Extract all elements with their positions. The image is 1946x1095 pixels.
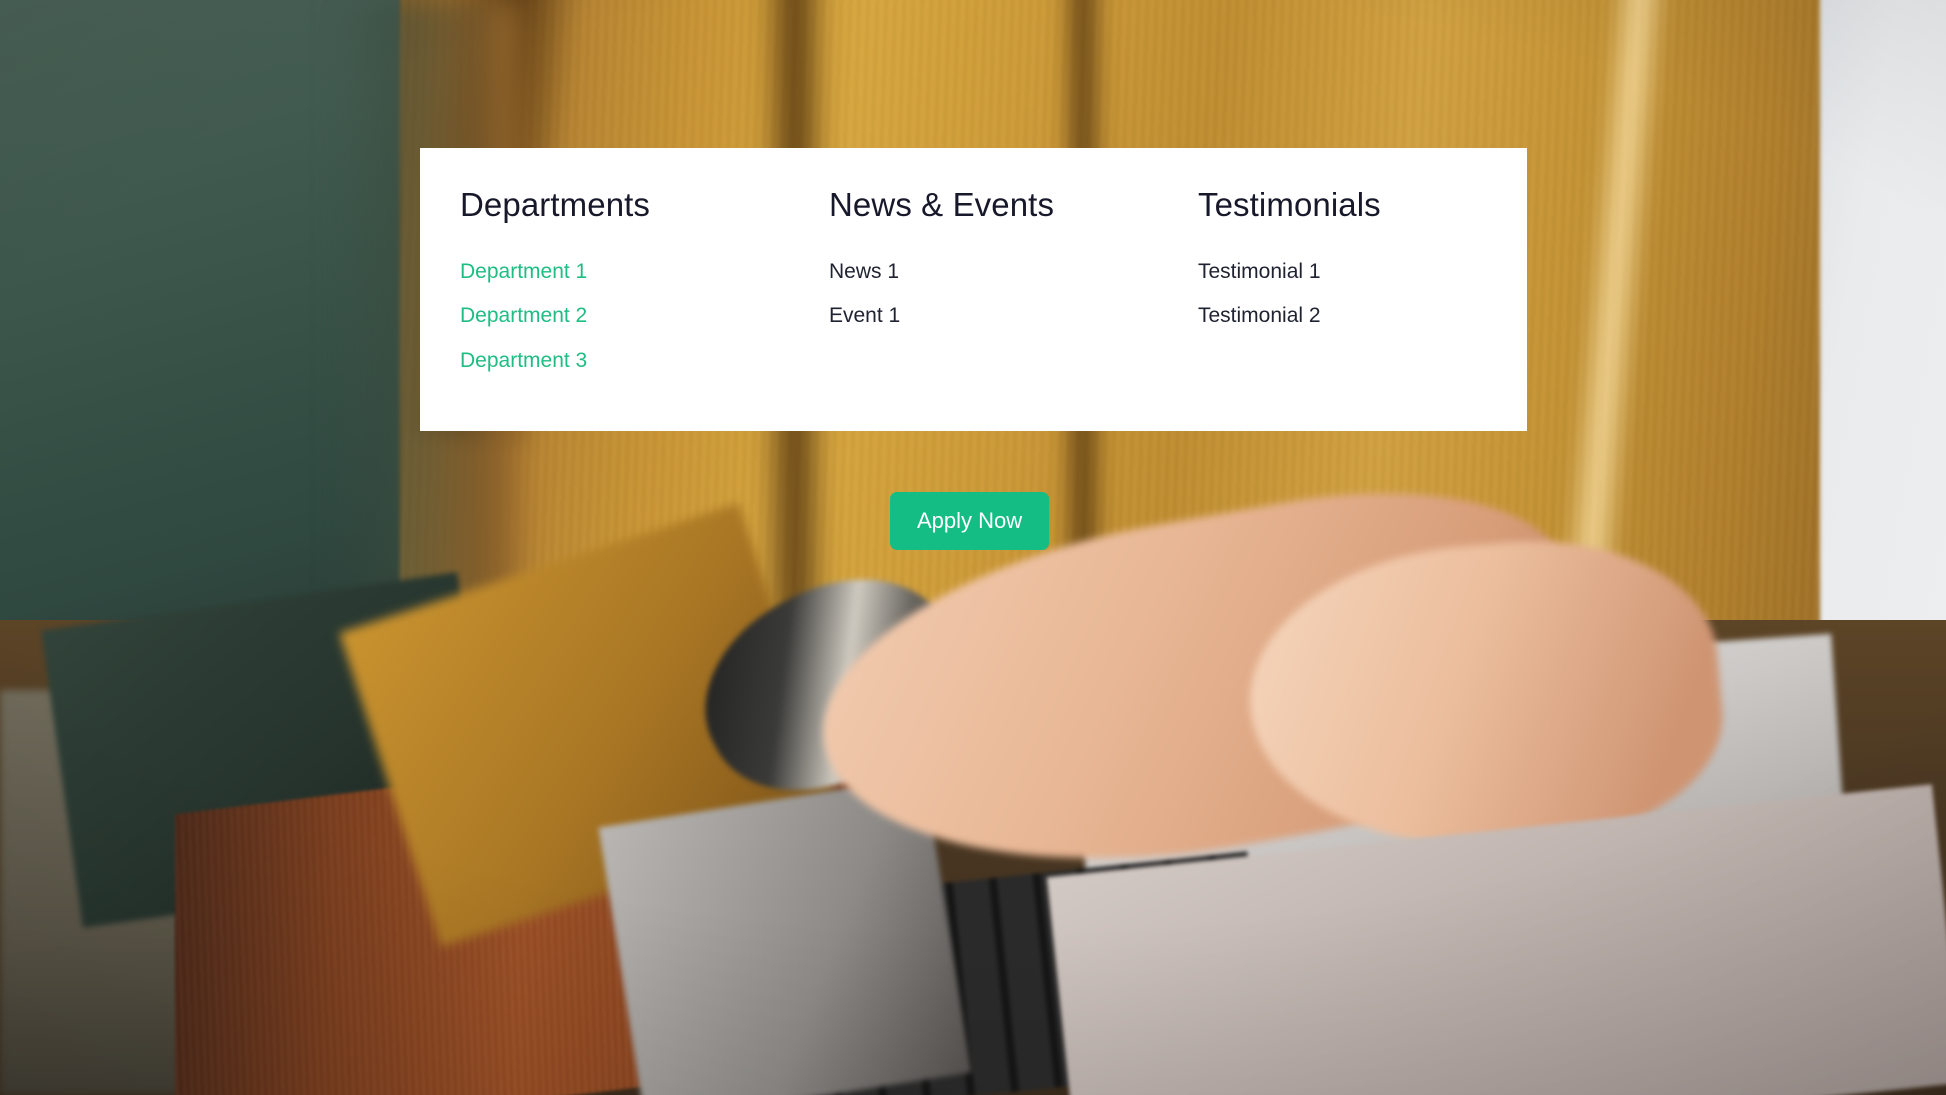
testimonials-list: Testimonial 1 Testimonial 2: [1198, 258, 1507, 331]
card-column-departments: Departments Department 1 Department 2 De…: [420, 186, 789, 431]
list-item: News 1: [829, 258, 1138, 286]
departments-list: Department 1 Department 2 Department 3: [460, 258, 769, 375]
list-item: Testimonial 2: [1198, 302, 1507, 330]
news-events-heading: News & Events: [829, 186, 1055, 223]
page-root: Departments Department 1 Department 2 De…: [0, 0, 1946, 1095]
testimonial-item-1: Testimonial 1: [1198, 259, 1321, 283]
news-events-list: News 1 Event 1: [829, 258, 1138, 331]
apply-now-button[interactable]: Apply Now: [890, 492, 1050, 551]
departments-heading: Departments: [460, 186, 651, 223]
list-item: Department 3: [460, 347, 769, 375]
list-item: Department 1: [460, 258, 769, 286]
list-item: Department 2: [460, 302, 769, 330]
list-item: Event 1: [829, 302, 1138, 330]
department-link-2[interactable]: Department 2: [460, 302, 587, 330]
testimonials-heading: Testimonials: [1198, 186, 1381, 223]
card-column-testimonials: Testimonials Testimonial 1 Testimonial 2: [1158, 186, 1527, 431]
info-card: Departments Department 1 Department 2 De…: [420, 148, 1527, 431]
cta-container: Apply Now: [890, 492, 1050, 551]
card-column-news-events: News & Events News 1 Event 1: [789, 186, 1158, 431]
event-item-1: Event 1: [829, 304, 901, 328]
department-link-3[interactable]: Department 3: [460, 347, 587, 375]
testimonial-item-2: Testimonial 2: [1198, 304, 1321, 328]
list-item: Testimonial 1: [1198, 258, 1507, 286]
department-link-1[interactable]: Department 1: [460, 258, 587, 286]
news-item-1: News 1: [829, 259, 900, 283]
